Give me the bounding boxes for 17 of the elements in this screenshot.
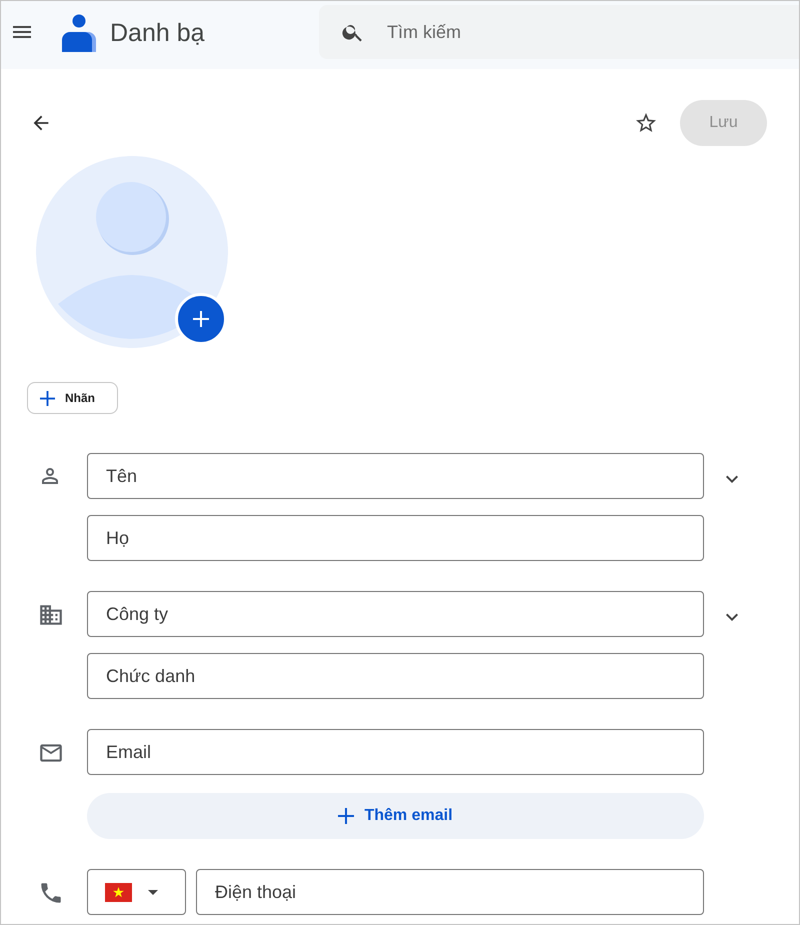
dropdown-icon (148, 890, 158, 894)
country-select[interactable] (87, 869, 186, 915)
plus-icon (40, 390, 55, 406)
plus-icon (193, 311, 209, 327)
input-field[interactable]: Họ (87, 515, 704, 561)
plus-icon (338, 808, 354, 824)
input-field[interactable]: Công ty (87, 591, 704, 637)
input-field[interactable]: Điện thoại (196, 869, 704, 915)
add-email-button[interactable]: Thêm email (87, 793, 704, 839)
person-logo-icon (62, 12, 96, 52)
add-label-button[interactable]: Nhãn (27, 382, 118, 414)
app-title: Danh bạ (110, 18, 205, 48)
input-field[interactable]: Chức danh (87, 653, 704, 699)
search-field[interactable]: Tìm kiếm (319, 5, 799, 59)
input-field[interactable]: Email (87, 729, 704, 775)
input-field[interactable]: Tên (87, 453, 704, 499)
flag-icon (105, 882, 132, 902)
